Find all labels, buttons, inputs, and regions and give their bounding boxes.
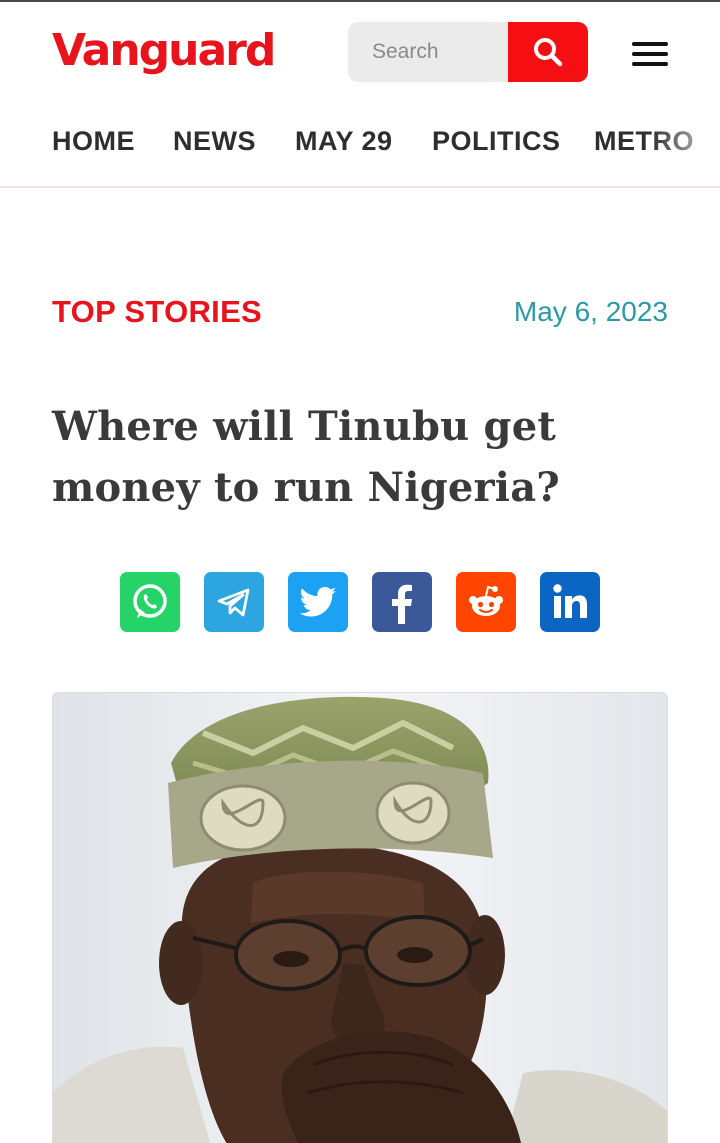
nav-item-metro[interactable]: METRO [594, 126, 694, 157]
article-date: May 6, 2023 [513, 296, 668, 327]
twitter-icon [299, 587, 337, 617]
share-twitter-button[interactable] [288, 572, 348, 632]
facebook-icon [392, 584, 412, 624]
reddit-icon [469, 585, 503, 616]
share-buttons [120, 572, 600, 632]
article-category[interactable]: TOP STORIES [52, 294, 262, 330]
hamburger-menu-icon[interactable] [630, 40, 670, 68]
main-navigation: HOME NEWS MAY 29 POLITICS METRO [0, 102, 720, 188]
article-headline: Where will Tinubu get money to run Niger… [52, 403, 560, 511]
site-header: Vanguard [0, 2, 720, 102]
share-linkedin-button[interactable] [540, 572, 600, 632]
share-whatsapp-button[interactable] [120, 572, 180, 632]
nav-item-may-29[interactable]: MAY 29 [295, 126, 393, 157]
nav-item-home[interactable]: HOME [52, 126, 135, 157]
telegram-icon [217, 588, 250, 617]
search-icon [534, 38, 563, 67]
vanguard-logo[interactable]: Vanguard [52, 24, 276, 78]
nav-item-politics[interactable]: POLITICS [432, 126, 561, 157]
share-telegram-button[interactable] [204, 572, 264, 632]
search-input[interactable] [348, 22, 508, 82]
share-facebook-button[interactable] [372, 572, 432, 632]
linkedin-icon [553, 584, 587, 618]
article-photo-illustration [53, 693, 667, 1143]
share-reddit-button[interactable] [456, 572, 516, 632]
whatsapp-icon [133, 584, 167, 618]
nav-item-news[interactable]: NEWS [173, 126, 256, 157]
search-button[interactable] [508, 22, 588, 82]
article-image[interactable] [52, 692, 668, 1143]
search-box [348, 22, 588, 82]
